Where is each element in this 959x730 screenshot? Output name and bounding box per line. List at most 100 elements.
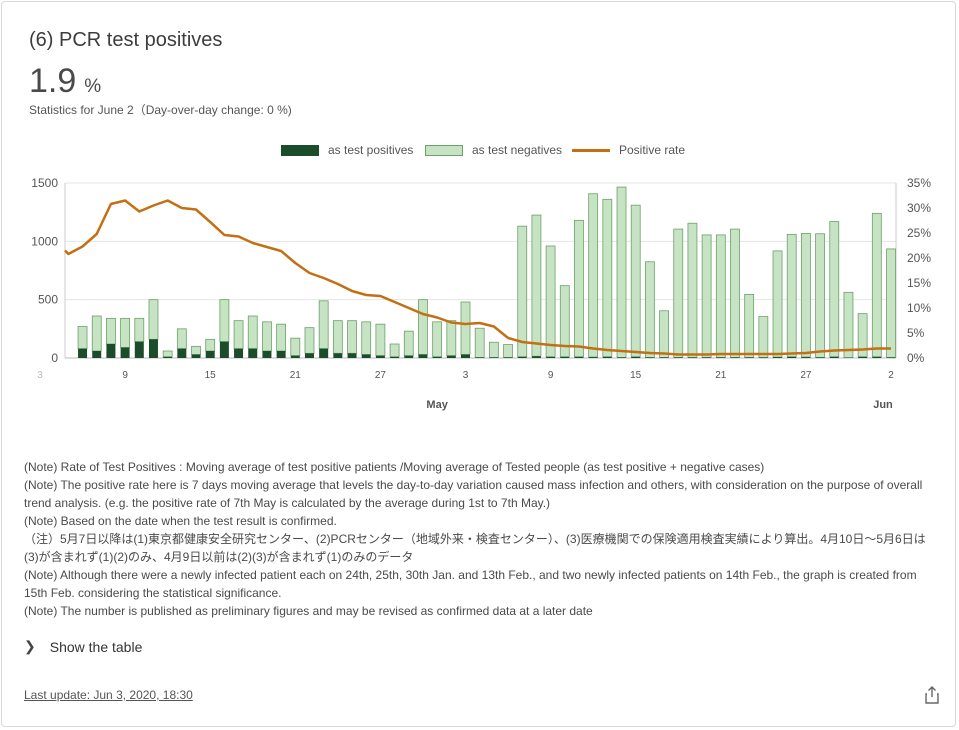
bar-positives bbox=[546, 356, 556, 358]
x-tick-label: 21 bbox=[715, 370, 727, 381]
bar-positives bbox=[815, 357, 825, 358]
bar-positives bbox=[744, 357, 754, 358]
bar-negatives bbox=[176, 328, 187, 350]
bar-positives bbox=[659, 357, 669, 358]
legend-swatch-rate bbox=[572, 148, 610, 152]
bar-negatives bbox=[871, 212, 882, 358]
bar-positives bbox=[517, 356, 527, 358]
bar-negatives bbox=[361, 321, 372, 355]
bar-negatives bbox=[77, 326, 88, 350]
bar-negatives bbox=[772, 250, 783, 358]
bar-negatives bbox=[673, 228, 684, 358]
bar-positives bbox=[234, 348, 244, 358]
y-right-tick-label: 10% bbox=[907, 301, 931, 315]
bar-negatives bbox=[744, 294, 755, 358]
bar-positives bbox=[787, 356, 797, 358]
bar-positives bbox=[673, 357, 683, 358]
bar-negatives bbox=[644, 261, 655, 358]
bar-positives bbox=[418, 354, 428, 358]
bar-negatives bbox=[290, 337, 301, 357]
share-icon[interactable] bbox=[924, 686, 940, 704]
bar-positives bbox=[602, 356, 612, 358]
x-tick-label: 27 bbox=[375, 370, 387, 381]
y-right-tick-label: 5% bbox=[907, 326, 925, 340]
x-tick-label: 9 bbox=[548, 370, 554, 381]
bar-positives bbox=[730, 357, 740, 358]
bar-negatives bbox=[120, 317, 130, 348]
bar-negatives bbox=[375, 323, 386, 357]
bar-positives bbox=[801, 357, 811, 358]
bar-positives bbox=[404, 355, 414, 358]
y-left-tick-label: 0 bbox=[51, 351, 58, 365]
chart-legend: as test positives as test negatives Posi… bbox=[2, 143, 957, 161]
bar-negatives bbox=[247, 315, 258, 350]
bar-negatives bbox=[205, 338, 216, 352]
bar-negatives bbox=[403, 330, 414, 357]
bar-negatives bbox=[191, 345, 201, 355]
bar-negatives bbox=[460, 301, 471, 355]
legend-label-negatives: as test negatives bbox=[472, 143, 563, 157]
bar-positives bbox=[773, 357, 783, 358]
bar-positives bbox=[702, 357, 712, 358]
bar-positives bbox=[375, 355, 385, 358]
bar-positives bbox=[148, 339, 158, 358]
bar-negatives bbox=[276, 323, 287, 352]
bar-negatives bbox=[503, 344, 513, 358]
legend-item-negatives[interactable]: as test negatives bbox=[425, 143, 562, 157]
bar-positives bbox=[390, 356, 400, 358]
bar-positives bbox=[347, 353, 357, 358]
bar-negatives bbox=[687, 222, 698, 358]
bar-negatives bbox=[715, 234, 726, 358]
legend-label-rate: Positive rate bbox=[619, 143, 686, 157]
legend-swatch-positives bbox=[281, 144, 319, 156]
note-line: (Note) The number is published as prelim… bbox=[24, 604, 593, 618]
bar-positives bbox=[631, 356, 641, 358]
bar-negatives bbox=[630, 204, 641, 358]
bar-positives bbox=[276, 351, 286, 358]
bar-positives bbox=[134, 341, 144, 358]
bar-negatives bbox=[786, 233, 797, 358]
legend-item-rate[interactable]: Positive rate bbox=[572, 143, 685, 157]
x-tick-label: 15 bbox=[630, 370, 642, 381]
x-tick-label: 21 bbox=[290, 370, 302, 381]
x-month-label: Jun bbox=[873, 399, 893, 411]
legend-item-positives[interactable]: as test positives bbox=[281, 143, 413, 157]
bar-positives bbox=[617, 357, 627, 358]
bar-positives bbox=[304, 353, 314, 358]
bar-negatives bbox=[886, 248, 896, 358]
bar-negatives bbox=[588, 193, 599, 358]
bar-positives bbox=[163, 356, 173, 358]
bar-negatives bbox=[162, 350, 173, 358]
bar-negatives bbox=[91, 315, 102, 352]
headline-unit: % bbox=[84, 76, 102, 97]
bar-positives bbox=[446, 355, 456, 358]
bar-negatives bbox=[574, 219, 584, 358]
bar-positives bbox=[687, 357, 697, 358]
bar-negatives bbox=[262, 321, 272, 352]
bar-negatives bbox=[730, 228, 740, 358]
y-right-tick-label: 30% bbox=[907, 201, 931, 215]
bar-positives bbox=[503, 357, 513, 358]
bar-positives bbox=[531, 356, 541, 358]
bar-positives bbox=[191, 354, 201, 358]
note-line: (Note) Rate of Test Positives : Moving a… bbox=[24, 460, 765, 474]
last-update-link[interactable]: Last update: Jun 3, 2020, 18:30 bbox=[24, 688, 193, 702]
show-table-toggle[interactable]: ❯ Show the table bbox=[24, 638, 142, 655]
bar-positives bbox=[177, 348, 187, 358]
bar-negatives bbox=[531, 214, 542, 357]
chart-card: (6) PCR test positives 1.9% Statistics f… bbox=[1, 1, 956, 727]
bar-positives bbox=[872, 356, 882, 358]
bar-negatives bbox=[432, 321, 443, 358]
x-tick-label: 2 bbox=[888, 370, 894, 381]
bar-positives bbox=[758, 357, 768, 358]
bar-negatives bbox=[446, 320, 457, 357]
bar-negatives bbox=[701, 234, 712, 358]
bar-negatives bbox=[488, 341, 499, 358]
bar-negatives bbox=[332, 320, 343, 354]
notes-section: (Note) Rate of Test Positives : Moving a… bbox=[24, 458, 939, 620]
note-line: (Note) Based on the date when the test r… bbox=[24, 514, 337, 528]
bar-positives bbox=[829, 356, 839, 358]
bar-negatives bbox=[843, 291, 854, 359]
y-left-tick-label: 500 bbox=[38, 293, 58, 307]
bar-positives bbox=[205, 351, 215, 358]
